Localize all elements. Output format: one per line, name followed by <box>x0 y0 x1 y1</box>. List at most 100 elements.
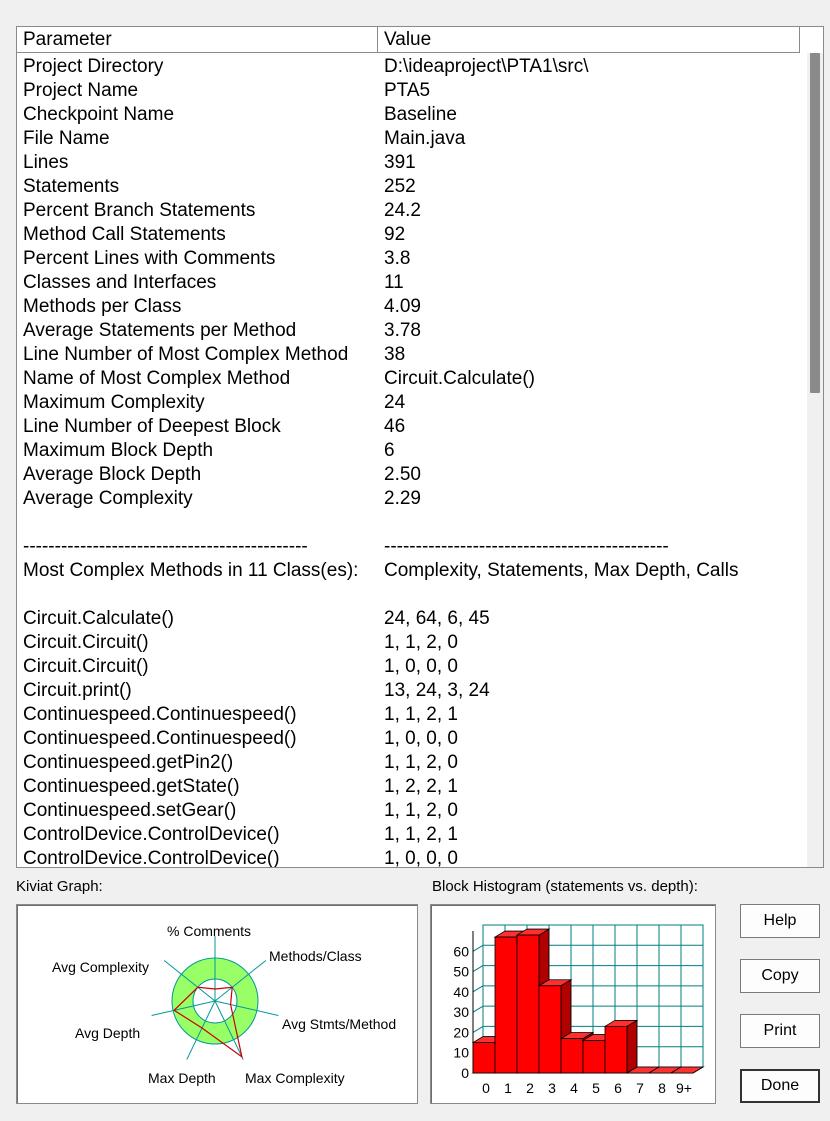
kiviat-axis-label-max-complexity: Max Complexity <box>245 1070 345 1086</box>
kiviat-graph: % Comments Methods/Class Avg Stmts/Metho… <box>16 904 418 1104</box>
column-header-parameter[interactable]: Parameter <box>17 27 378 53</box>
histogram-bar <box>516 934 540 1074</box>
parameter-cell: ControlDevice.ControlDevice() <box>23 848 280 868</box>
table-row[interactable]: Line Number of Most Complex Method 38 <box>17 343 809 367</box>
parameter-cell: Continuespeed.setGear() <box>23 800 237 821</box>
table-row[interactable]: Continuespeed.setGear() 1, 1, 2, 0 <box>17 799 809 823</box>
value-cell: 2.50 <box>384 464 421 485</box>
value-cell: Baseline <box>384 104 457 125</box>
table-row[interactable]: Percent Branch Statements 24.2 <box>17 199 809 223</box>
parameter-cell: File Name <box>23 128 110 149</box>
table-row[interactable]: Average Block Depth 2.50 <box>17 463 809 487</box>
histogram-bar <box>604 1025 628 1074</box>
table-row[interactable]: Name of Most Complex Method Circuit.Calcu… <box>17 367 809 391</box>
table-row[interactable]: ControlDevice.ControlDevice() 1, 1, 2, 1 <box>17 823 809 847</box>
parameter-cell: Average Statements per Method <box>23 320 297 341</box>
vertical-scrollbar[interactable] <box>807 53 823 867</box>
value-cell: Main.java <box>384 128 466 149</box>
value-cell: 2.29 <box>384 488 421 509</box>
value-cell: 4.09 <box>384 296 421 317</box>
copy-button[interactable]: Copy <box>740 959 820 993</box>
value-cell: 92 <box>384 224 406 245</box>
table-row[interactable]: Circuit.print() 13, 24, 3, 24 <box>17 679 809 703</box>
histogram-y-tick: 50 <box>453 964 469 980</box>
value-cell: 1, 1, 2, 0 <box>384 752 458 773</box>
table-row[interactable]: Circuit.Circuit() 1, 0, 0, 0 <box>17 655 809 679</box>
histogram-bar <box>472 1042 496 1074</box>
table-row[interactable]: Project Name PTA5 <box>17 79 809 103</box>
table-row[interactable]: Maximum Complexity 24 <box>17 391 809 415</box>
value-cell: 391 <box>384 152 416 173</box>
histogram-grid-diag <box>472 944 484 952</box>
value-cell: 38 <box>384 344 406 365</box>
parameter-cell: Project Name <box>23 80 139 101</box>
table-row[interactable]: Maximum Block Depth 6 <box>17 439 809 463</box>
histogram-x-tick: 6 <box>614 1080 622 1096</box>
table-row[interactable]: Continuespeed.getPin2() 1, 1, 2, 0 <box>17 751 809 775</box>
kiviat-axis-label-max-depth: Max Depth <box>148 1070 216 1086</box>
histogram-y-tick: 60 <box>453 943 469 959</box>
histogram-y-tick: 20 <box>453 1024 469 1040</box>
column-header-value[interactable]: Value <box>378 27 800 53</box>
parameter-cell: Methods per Class <box>23 296 182 317</box>
histogram-x-tick: 5 <box>592 1080 600 1096</box>
value-cell: 252 <box>384 176 416 197</box>
done-button[interactable]: Done <box>740 1069 820 1103</box>
help-button[interactable]: Help <box>740 904 820 938</box>
histogram-bar <box>538 985 562 1074</box>
parameter-cell: Name of Most Complex Method <box>23 368 291 389</box>
parameter-cell: Most Complex Methods in 11 Class(es): <box>23 560 359 581</box>
parameter-cell: Line Number of Most Complex Method <box>23 344 349 365</box>
table-row[interactable]: Percent Lines with Comments 3.8 <box>17 247 809 271</box>
table-row[interactable]: File Name Main.java <box>17 127 809 151</box>
table-row[interactable]: Average Statements per Method 3.78 <box>17 319 809 343</box>
table-row[interactable]: Methods per Class 4.09 <box>17 295 809 319</box>
table-row[interactable]: Continuespeed.getState() 1, 2, 2, 1 <box>17 775 809 799</box>
parameter-cell: Average Complexity <box>23 488 193 509</box>
value-cell: 1, 1, 2, 1 <box>384 704 458 725</box>
value-cell: 1, 0, 0, 0 <box>384 728 458 749</box>
histogram-bar <box>560 1038 584 1074</box>
histogram-grid-diag <box>472 1005 484 1013</box>
parameter-cell: Circuit.Circuit() <box>23 632 149 653</box>
table-row[interactable]: Method Call Statements 92 <box>17 223 809 247</box>
histogram-x-tick: 2 <box>526 1080 534 1096</box>
parameter-cell: Percent Lines with Comments <box>23 248 276 269</box>
value-cell: 1, 1, 2, 0 <box>384 800 458 821</box>
table-row[interactable]: Project Directory D:\ideaproject\PTA1\src… <box>17 55 809 79</box>
parameter-cell: Classes and Interfaces <box>23 272 217 293</box>
scrollbar-thumb[interactable] <box>810 53 820 393</box>
parameter-cell: Checkpoint Name <box>23 104 175 125</box>
table-row[interactable]: Lines 391 <box>17 151 809 175</box>
histogram-x-tick: 4 <box>570 1080 578 1096</box>
histogram-svg: 01020304050600 1 2 3 4 5 6 7 8 9+ <box>453 924 705 1096</box>
table-row[interactable]: Circuit.Calculate() 24, 64, 6, 45 <box>17 607 809 631</box>
table-row[interactable]: Circuit.Circuit() 1, 1, 2, 0 <box>17 631 809 655</box>
value-cell: Complexity, Statements, Max Depth, Calls <box>384 560 739 581</box>
metrics-table[interactable]: Parameter Value Project Directory D:\idea… <box>16 26 824 868</box>
table-row[interactable] <box>17 583 809 607</box>
table-row[interactable]: ----------------------------------------… <box>17 535 809 559</box>
parameter-cell: ----------------------------------------… <box>23 536 308 557</box>
table-row[interactable]: ControlDevice.ControlDevice() 1, 0, 0, 0 <box>17 847 809 868</box>
table-row[interactable]: Continuespeed.Continuespeed() 1, 0, 0, 0 <box>17 727 809 751</box>
parameter-cell: Maximum Block Depth <box>23 440 214 461</box>
histogram-bar <box>494 936 518 1074</box>
value-cell: 46 <box>384 416 406 437</box>
value-cell: Circuit.Calculate() <box>384 368 535 389</box>
table-row[interactable]: Continuespeed.Continuespeed() 1, 1, 2, 1 <box>17 703 809 727</box>
table-row[interactable]: Most Complex Methods in 11 Class(es): Com… <box>17 559 809 583</box>
print-button[interactable]: Print <box>740 1014 820 1048</box>
table-row[interactable]: Line Number of Deepest Block 46 <box>17 415 809 439</box>
table-row[interactable]: Checkpoint Name Baseline <box>17 103 809 127</box>
kiviat-graph-label: Kiviat Graph: <box>16 878 103 895</box>
parameter-cell: Circuit.print() <box>23 680 132 701</box>
parameter-cell: Lines <box>23 152 69 173</box>
value-cell: 13, 24, 3, 24 <box>384 680 490 701</box>
table-row[interactable]: Statements 252 <box>17 175 809 199</box>
value-cell: 3.8 <box>384 248 411 269</box>
table-row[interactable]: Classes and Interfaces 11 <box>17 271 809 295</box>
table-row[interactable]: Average Complexity 2.29 <box>17 487 809 511</box>
table-row[interactable] <box>17 511 809 535</box>
histogram-bar-side <box>626 1019 638 1074</box>
